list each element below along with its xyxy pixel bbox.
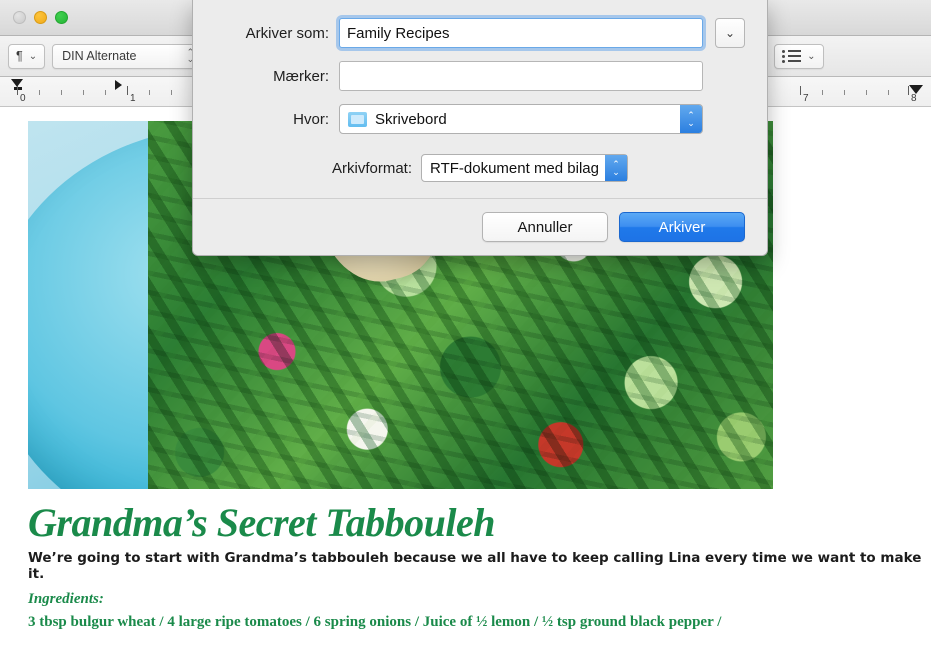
chevron-down-icon: ⌄	[28, 50, 38, 62]
where-label: Hvor:	[293, 110, 329, 128]
minimize-button-icon[interactable]	[34, 11, 47, 24]
popup-arrows-icon: ⌃ ⌄	[680, 105, 702, 133]
file-format-select[interactable]: RTF-dokument med bilag ⌃ ⌄	[421, 154, 628, 182]
close-button-icon[interactable]	[13, 11, 26, 24]
traffic-lights	[13, 11, 68, 24]
save-as-input[interactable]: Family Recipes	[339, 18, 703, 48]
ingredients-heading: Ingredients:	[28, 591, 104, 607]
recipe-title: Grandma’s Secret Tabbouleh	[28, 500, 496, 545]
cancel-button[interactable]: Annuller	[482, 212, 608, 242]
ruler-label: 7	[803, 93, 809, 104]
where-value: Skrivebord	[375, 110, 447, 128]
where-row: Hvor: Skrivebord ⌃ ⌄	[193, 104, 767, 134]
tab-stop-marker[interactable]	[115, 80, 122, 90]
bulleted-list-icon	[782, 49, 802, 63]
save-dialog-sheet: Arkiver som: Family Recipes ⌄ Mærker: Hv…	[192, 0, 768, 256]
chevron-down-icon: ⌄	[807, 50, 816, 62]
first-line-indent-marker[interactable]	[14, 87, 22, 90]
ingredients-list: 3 tbsp bulgur wheat / 4 large ripe tomat…	[28, 614, 722, 630]
file-format-row: Arkivformat: RTF-dokument med bilag ⌃ ⌄	[193, 154, 767, 182]
ruler-label: 8	[911, 93, 917, 104]
popup-arrows-icon: ⌃ ⌄	[604, 155, 627, 181]
file-format-label: Arkivformat:	[332, 159, 413, 177]
tags-label: Mærker:	[273, 67, 329, 85]
tags-input[interactable]	[339, 61, 703, 91]
tags-row: Mærker:	[193, 61, 767, 91]
font-family-select[interactable]: DIN Alternate ⌃ ⌄	[52, 43, 201, 69]
save-button[interactable]: Arkiver	[619, 212, 745, 242]
save-as-row: Arkiver som: Family Recipes ⌄	[193, 18, 767, 48]
zoom-button-icon[interactable]	[55, 11, 68, 24]
save-as-label: Arkiver som:	[245, 24, 329, 42]
chevron-down-icon: ⌄	[724, 26, 736, 40]
recipe-intro-paragraph: We’re going to start with Grandma’s tabb…	[28, 550, 922, 582]
ruler-label: 1	[130, 93, 136, 104]
expand-browser-button[interactable]: ⌄	[715, 18, 745, 48]
list-style-select[interactable]: ⌄	[774, 43, 825, 69]
folder-icon	[348, 111, 367, 127]
where-select[interactable]: Skrivebord ⌃ ⌄	[339, 104, 703, 134]
font-family-value: DIN Alternate	[62, 49, 137, 63]
sheet-footer: Annuller Arkiver	[193, 198, 767, 255]
file-format-value: RTF-dokument med bilag	[430, 159, 599, 177]
paragraph-icon: ¶	[16, 49, 23, 63]
ruler-label: 0	[20, 93, 26, 104]
paragraph-style-button[interactable]: ¶ ⌄	[8, 43, 46, 69]
textedit-window: Uden navn — Redigeret ⌄ ¶ ⌄ DIN Alternat…	[0, 0, 931, 657]
